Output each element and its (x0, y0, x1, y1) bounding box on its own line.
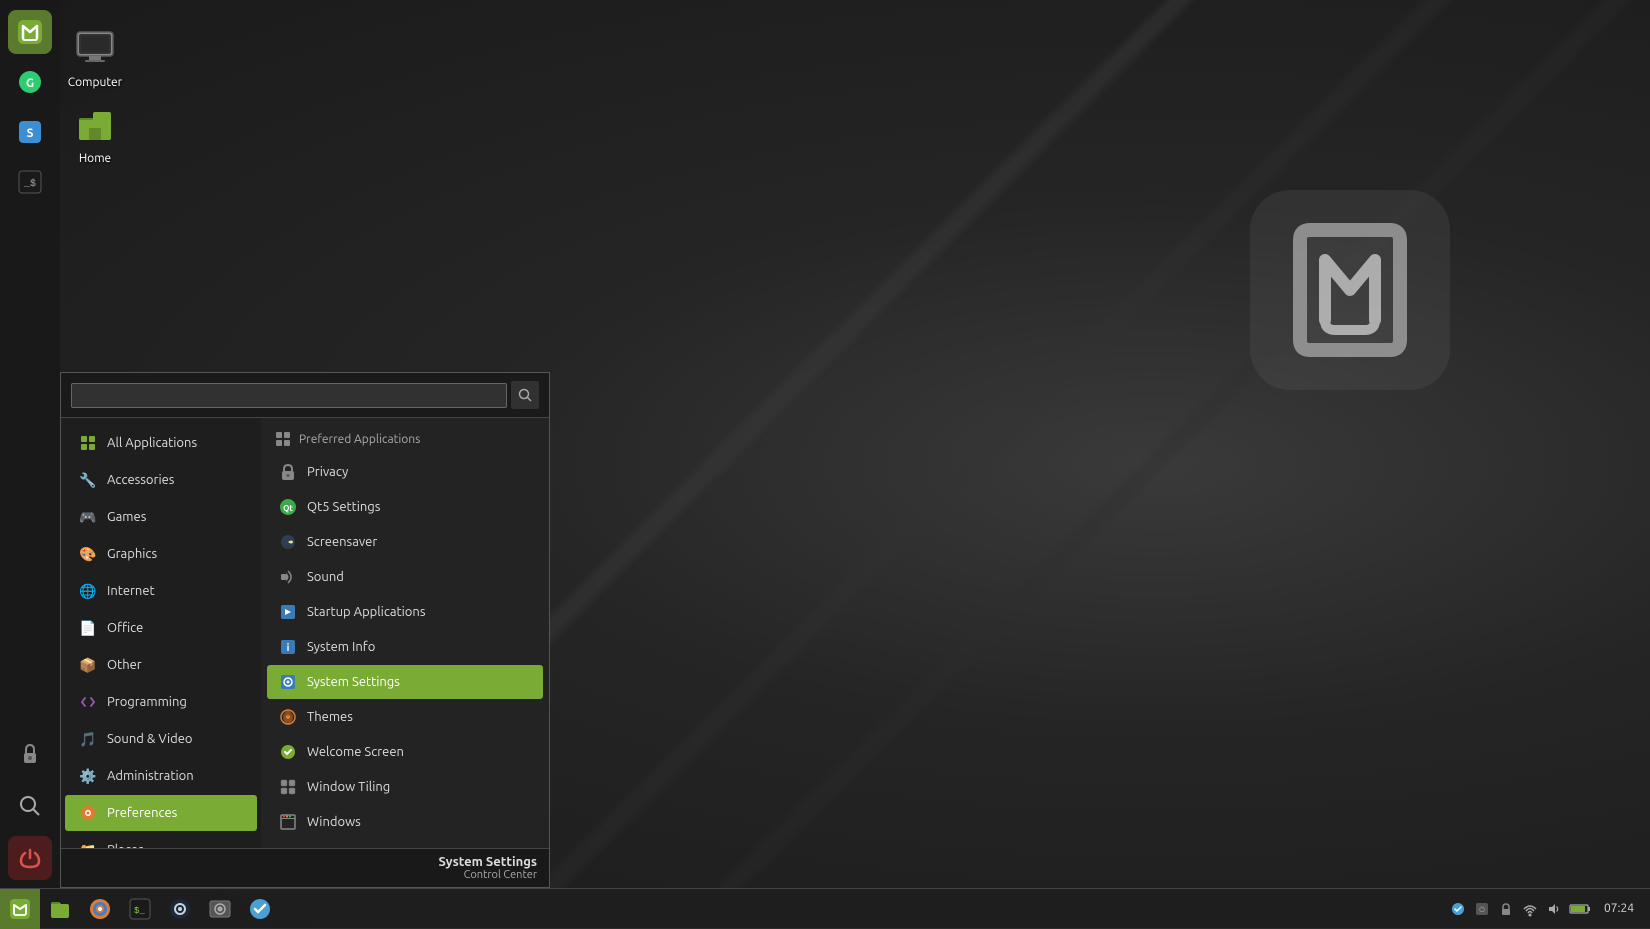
sound-icon (277, 566, 299, 588)
menu-body: All Applications 🔧 Accessories 🎮 Games 🎨… (61, 418, 549, 848)
category-accessories[interactable]: 🔧 Accessories (65, 462, 257, 498)
sidebar: G S _$ (0, 0, 60, 888)
app-qt5[interactable]: Qt Qt5 Settings (267, 490, 543, 524)
games-icon: 🎮 (77, 506, 99, 528)
app-tooltip: System Settings Control Center (61, 848, 549, 887)
svg-text:Qt: Qt (283, 504, 293, 513)
tray-lock[interactable] (1496, 899, 1516, 919)
taskbar-app-screenshot[interactable] (201, 890, 239, 928)
sidebar-icon-lock[interactable] (8, 732, 52, 776)
svg-text:_$: _$ (23, 178, 36, 190)
sidebar-icon-terminal[interactable]: _$ (8, 160, 52, 204)
search-input[interactable] (71, 383, 507, 408)
computer-icon (71, 24, 119, 72)
sidebar-icon-search[interactable] (8, 784, 52, 828)
all-apps-icon (77, 432, 99, 454)
administration-icon: ⚙️ (77, 765, 99, 787)
privacy-icon (277, 461, 299, 483)
tooltip-title: System Settings (73, 855, 537, 869)
taskbar-app-steam[interactable] (161, 890, 199, 928)
app-system-settings[interactable]: System Settings (267, 665, 543, 699)
taskbar: $_ (0, 888, 1650, 928)
taskbar-apps: $_ (40, 889, 1448, 929)
category-places[interactable]: 📁 Places (65, 832, 257, 848)
workspaces-icon (277, 846, 299, 848)
screensaver-icon (277, 531, 299, 553)
preferred-apps-icon (273, 429, 293, 449)
taskbar-clock: 07:24 (1596, 902, 1642, 915)
home-folder-icon (71, 100, 119, 148)
category-games[interactable]: 🎮 Games (65, 499, 257, 535)
taskbar-app-ticktick[interactable] (241, 890, 279, 928)
system-settings-icon (277, 671, 299, 693)
sidebar-icon-mint[interactable] (8, 10, 52, 54)
windows-icon (277, 811, 299, 833)
welcome-icon (277, 741, 299, 763)
home-label: Home (79, 152, 111, 165)
window-tiling-icon (277, 776, 299, 798)
category-preferences[interactable]: Preferences (65, 795, 257, 831)
taskbar-right: ⏻ (1448, 899, 1650, 919)
start-button[interactable] (0, 889, 40, 929)
start-menu: All Applications 🔧 Accessories 🎮 Games 🎨… (60, 372, 550, 888)
tray-volume[interactable] (1544, 899, 1564, 919)
taskbar-app-browser[interactable] (81, 890, 119, 928)
category-programming[interactable]: Programming (65, 684, 257, 720)
places-icon: 📁 (77, 839, 99, 848)
system-info-icon: i (277, 636, 299, 658)
section-header: Preferred Applications (265, 424, 545, 454)
svg-text:$_: $_ (134, 906, 145, 916)
desktop-icon-home[interactable]: Home (55, 96, 135, 169)
mint-logo (1240, 180, 1460, 404)
app-windows[interactable]: Windows (267, 805, 543, 839)
svg-text:S: S (27, 127, 34, 140)
svg-text:⏻: ⏻ (1479, 906, 1485, 914)
sidebar-icon-app3[interactable]: S (8, 110, 52, 154)
category-all[interactable]: All Applications (65, 425, 257, 461)
startup-icon (277, 601, 299, 623)
app-screensaver[interactable]: Screensaver (267, 525, 543, 559)
tray-network[interactable] (1520, 899, 1540, 919)
graphics-icon: 🎨 (77, 543, 99, 565)
preferences-icon (77, 802, 99, 824)
other-icon: 📦 (77, 654, 99, 676)
tooltip-subtitle: Control Center (73, 869, 537, 881)
category-office[interactable]: 📄 Office (65, 610, 257, 646)
office-icon: 📄 (77, 617, 99, 639)
sound-video-icon: 🎵 (77, 728, 99, 750)
categories-panel: All Applications 🔧 Accessories 🎮 Games 🎨… (61, 418, 261, 848)
category-internet[interactable]: 🌐 Internet (65, 573, 257, 609)
desktop-icon-computer[interactable]: Computer (55, 20, 135, 93)
taskbar-app-files[interactable] (41, 890, 79, 928)
app-welcome[interactable]: Welcome Screen (267, 735, 543, 769)
category-other[interactable]: 📦 Other (65, 647, 257, 683)
internet-icon: 🌐 (77, 580, 99, 602)
tray-ticktick[interactable] (1448, 899, 1468, 919)
sidebar-icon-power[interactable] (8, 836, 52, 880)
app-window-tiling[interactable]: Window Tiling (267, 770, 543, 804)
app-startup[interactable]: Startup Applications (267, 595, 543, 629)
qt5-icon: Qt (277, 496, 299, 518)
apps-panel: Preferred Applications Privacy (261, 418, 549, 848)
svg-text:G: G (26, 77, 34, 90)
tray-battery[interactable] (1568, 899, 1592, 919)
tray-icon-2[interactable]: ⏻ (1472, 899, 1492, 919)
category-graphics[interactable]: 🎨 Graphics (65, 536, 257, 572)
themes-icon (277, 706, 299, 728)
app-sound[interactable]: Sound (267, 560, 543, 594)
app-privacy[interactable]: Privacy (267, 455, 543, 489)
search-bar (61, 373, 549, 418)
svg-text:i: i (287, 642, 290, 653)
app-themes[interactable]: Themes (267, 700, 543, 734)
app-sysinfo[interactable]: i System Info (267, 630, 543, 664)
category-administration[interactable]: ⚙️ Administration (65, 758, 257, 794)
search-button[interactable] (511, 381, 539, 409)
computer-label: Computer (68, 76, 122, 89)
programming-icon (77, 691, 99, 713)
category-sound-video[interactable]: 🎵 Sound & Video (65, 721, 257, 757)
sidebar-icon-app2[interactable]: G (8, 60, 52, 104)
taskbar-app-terminal[interactable]: $_ (121, 890, 159, 928)
app-workspaces[interactable]: Workspaces (267, 840, 543, 848)
accessories-icon: 🔧 (77, 469, 99, 491)
